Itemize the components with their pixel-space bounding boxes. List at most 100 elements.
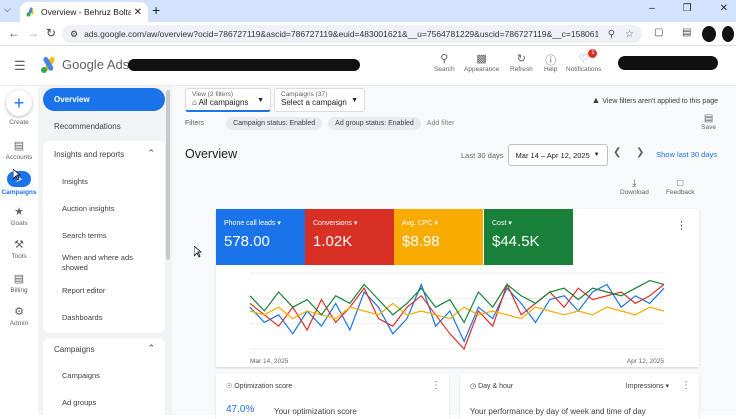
chevron-up-icon[interactable]: ⌃: [147, 148, 155, 159]
show-last-30-days-link[interactable]: Show last 30 days: [656, 150, 717, 159]
metric-card-phone-call-leads[interactable]: Phone call leads ▾ 578.00: [216, 209, 305, 265]
campaigns-section: Campaigns ⌃ Campaigns Ad groups: [43, 338, 165, 418]
nav-search-terms[interactable]: Search terms: [62, 231, 107, 240]
metric-card-avg-cpc[interactable]: Avg. CPC ▾ $8.98: [394, 209, 483, 265]
date-range-picker[interactable]: Mar 14 – Apr 12, 2025 ▼: [507, 144, 608, 166]
hamburger-menu-icon[interactable]: ☰: [14, 58, 26, 74]
refresh-tool[interactable]: ↻ Refresh: [510, 52, 533, 73]
cast-icon[interactable]: ▤: [682, 27, 691, 38]
rail-tools-label: Tools: [11, 253, 27, 260]
rail-tools[interactable]: ⚒ Tools: [0, 238, 38, 260]
nav-when-where-ads-showed[interactable]: When and where ads showed: [62, 253, 142, 273]
caret-down-icon: ▼: [593, 152, 600, 158]
view-selector-value: ⌂ All campaigns: [192, 98, 249, 107]
metric-card-cost[interactable]: Cost ▾ $44.5K: [484, 209, 573, 265]
nav-auction-insights[interactable]: Auction insights: [62, 204, 115, 213]
rail-goals[interactable]: ★ Goals: [0, 205, 38, 227]
rail-create[interactable]: + Create: [0, 90, 38, 126]
appearance-tool-label: Appearance: [464, 66, 500, 73]
day-hour-card: ◷ Day & hour Impressions ▾ ⋮ Your perfor…: [460, 374, 699, 419]
add-filter-button[interactable]: Add filter: [427, 120, 455, 127]
x-axis-start-label: Mar 14, 2025: [250, 358, 289, 365]
extensions-icon[interactable]: ▢: [654, 27, 663, 38]
performance-chart-card: Phone call leads ▾ 578.00 Conversions ▾ …: [216, 209, 699, 367]
metric-label-text: Phone call leads: [224, 220, 276, 227]
browser-tab[interactable]: Overview - Behruz Boltayev M... ✕: [20, 2, 148, 22]
rail-campaigns-label: Campaigns: [1, 189, 37, 196]
reload-icon[interactable]: ↻: [46, 26, 56, 40]
save-label: Save: [701, 124, 716, 131]
nav-insights[interactable]: Insights: [62, 177, 88, 186]
create-plus-icon: +: [6, 90, 32, 116]
filter-chip-campaign-status[interactable]: Campaign status: Enabled: [226, 117, 323, 130]
clock-icon: ◷: [470, 383, 477, 390]
insights-reports-header[interactable]: Insights and reports: [54, 150, 124, 159]
download-button[interactable]: ⤓ Download: [620, 178, 649, 196]
campaign-selector[interactable]: Campaigns (37) Select a campaign ▼: [274, 88, 365, 112]
feedback-button[interactable]: □ Feedback: [666, 178, 695, 196]
metric-label: Conversions ▾: [313, 220, 358, 227]
notification-badge: 1: [588, 49, 598, 58]
save-button[interactable]: ▤ Save: [701, 113, 716, 131]
optimization-score-title: ☉ Optimization score: [226, 382, 292, 390]
metric-card-conversions[interactable]: Conversions ▾ 1.02K: [305, 209, 394, 265]
close-tab-icon[interactable]: ✕: [134, 7, 142, 18]
chevron-down-icon[interactable]: ⌵: [4, 4, 11, 15]
feedback-label: Feedback: [666, 189, 695, 196]
date-range-value: Mar 14 – Apr 12, 2025: [515, 150, 590, 160]
bookmark-star-icon[interactable]: ☆: [625, 29, 634, 40]
previous-period-icon[interactable]: ❮: [613, 147, 621, 158]
view-selector-label: View (2 filters): [192, 91, 234, 98]
more-options-icon[interactable]: ⋮: [676, 219, 687, 232]
notifications-tool[interactable]: ♡ 1 Notifications: [566, 49, 601, 73]
impressions-dropdown[interactable]: Impressions ▾: [626, 382, 669, 390]
filter-chip-adgroup-status[interactable]: Ad group status: Enabled: [328, 117, 421, 130]
metric-label: Avg. CPC ▾: [402, 220, 439, 227]
range-label: Last 30 days: [461, 150, 504, 160]
browser-menu-icon[interactable]: [722, 26, 734, 42]
nav-recommendations[interactable]: Recommendations: [43, 122, 165, 131]
site-info-icon[interactable]: ⚙: [70, 29, 78, 40]
back-icon[interactable]: ←: [8, 26, 20, 40]
forward-icon[interactable]: →: [27, 26, 39, 40]
metric-value: 1.02K: [313, 233, 353, 250]
nav-scrollbar[interactable]: [166, 90, 170, 260]
tab-title: Overview - Behruz Boltayev M...: [41, 7, 131, 17]
nav-dashboards[interactable]: Dashboards: [62, 313, 102, 322]
nav-campaigns[interactable]: Campaigns: [62, 371, 100, 380]
nav-report-editor[interactable]: Report editor: [62, 286, 105, 295]
profile-avatar[interactable]: [702, 26, 716, 42]
rail-accounts[interactable]: ▤ Accounts: [0, 139, 38, 161]
nav-overview[interactable]: Overview: [43, 88, 165, 111]
caret-down-icon: ▼: [351, 97, 358, 104]
help-tool[interactable]: ⓘ Help: [544, 52, 557, 73]
search-icon: ⚲: [440, 53, 449, 65]
rail-billing[interactable]: ▤ Billing: [0, 272, 38, 294]
appearance-tool[interactable]: ▩ Appearance: [464, 52, 499, 73]
view-selector[interactable]: View (2 filters) ⌂ All campaigns ▼: [185, 88, 271, 112]
more-options-icon[interactable]: ⋮: [681, 380, 691, 391]
optimization-score-card: ☉ Optimization score ⋮ 47.0% Your optimi…: [216, 374, 449, 419]
plus-icon[interactable]: +: [152, 2, 160, 18]
nav-ad-groups[interactable]: Ad groups: [62, 398, 96, 407]
campaigns-header[interactable]: Campaigns: [54, 345, 94, 354]
minimize-icon[interactable]: –: [649, 3, 655, 14]
url-bar[interactable]: ⚙ ads.google.com/aw/overview?ocid=786727…: [62, 25, 642, 43]
main-content: View (2 filters) ⌂ All campaigns ▼ Campa…: [172, 86, 736, 419]
left-icon-rail: + Create ▤ Accounts ➤ Campaigns ★ Goals …: [0, 86, 38, 415]
filter-warning: ▲ View filters aren't applied to this pa…: [592, 95, 718, 105]
search-tool[interactable]: ⚲ Search: [434, 52, 455, 73]
rail-admin-label: Admin: [9, 320, 29, 327]
rail-admin[interactable]: ⚙ Admin: [0, 305, 38, 327]
more-options-icon[interactable]: ⋮: [431, 380, 441, 391]
tools-wrench-icon: ⚒: [14, 239, 24, 251]
download-label: Download: [620, 189, 649, 196]
close-window-icon[interactable]: ✕: [720, 3, 728, 14]
view-value-text: All campaigns: [198, 98, 249, 107]
next-period-icon[interactable]: ❯: [636, 147, 644, 158]
optimization-score-value: 47.0%: [226, 404, 255, 415]
search-page-icon[interactable]: ⚲: [608, 29, 615, 40]
chevron-up-icon[interactable]: ⌃: [147, 343, 155, 354]
help-icon: ⓘ: [545, 55, 557, 67]
maximize-icon[interactable]: ❐: [683, 3, 692, 14]
